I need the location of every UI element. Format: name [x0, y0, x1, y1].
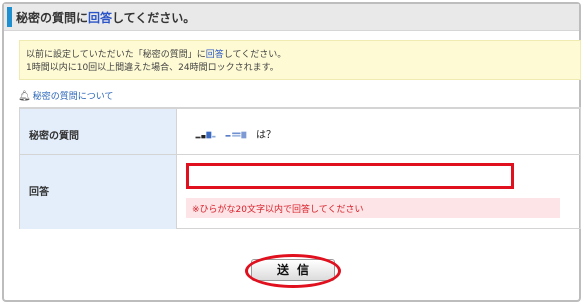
notice-line-1-pre: 以前に設定していただいた「秘密の質問」に: [26, 50, 206, 60]
page-title: 秘密の質問に回答してください。: [16, 9, 195, 26]
submit-area: 送信: [245, 254, 341, 288]
answer-row: 回答 ※ひらがな20文字以内で回答してください: [20, 154, 580, 229]
answer-input[interactable]: [186, 163, 514, 189]
notice-line-2: 1時間以内に10回以上間違えた場合、24時間ロックされます。: [26, 63, 279, 73]
answer-label: 回答: [29, 187, 49, 198]
title-text-post: してください。: [112, 11, 196, 25]
question-text: は？: [190, 126, 276, 141]
secret-question-panel: 秘密の質問に回答してください。 以前に設定していただいた「秘密の質問」に回答して…: [2, 2, 581, 302]
submit-button[interactable]: 送信: [251, 259, 335, 281]
help-link-text[interactable]: 秘密の質問について: [33, 92, 114, 102]
notice-line-1: 以前に設定していただいた「秘密の質問」に回答してください。: [26, 47, 286, 60]
question-suffix: は？: [256, 130, 276, 141]
question-label: 秘密の質問: [29, 131, 79, 142]
hint-box: ※ひらがな20文字以内で回答してください: [186, 198, 560, 218]
bell-icon: 🔔︎: [18, 91, 31, 102]
header-accent-bar: [7, 7, 12, 27]
hint-text: ※ひらがな20文字以内で回答してください: [192, 205, 364, 215]
answer-form: 秘密の質問 は？ 回答 ※ひらがな20文字以内で回答してください: [19, 107, 581, 229]
question-row: 秘密の質問 は？: [20, 108, 580, 155]
help-link[interactable]: 🔔︎ 秘密の質問について: [18, 89, 113, 102]
question-label-cell: 秘密の質問: [20, 109, 177, 155]
answer-label-cell: 回答: [20, 155, 177, 229]
title-text-highlight: 回答: [88, 11, 113, 25]
redacted-question-image: [195, 131, 247, 139]
notice-line-1-highlight: 回答: [205, 50, 224, 60]
title-text-pre: 秘密の質問に: [16, 11, 89, 25]
notice-line-1-post: してください。: [223, 50, 287, 60]
notice-box: 以前に設定していただいた「秘密の質問」に回答してください。 1時間以内に10回以…: [19, 40, 581, 80]
panel-header: 秘密の質問に回答してください。: [4, 4, 579, 31]
